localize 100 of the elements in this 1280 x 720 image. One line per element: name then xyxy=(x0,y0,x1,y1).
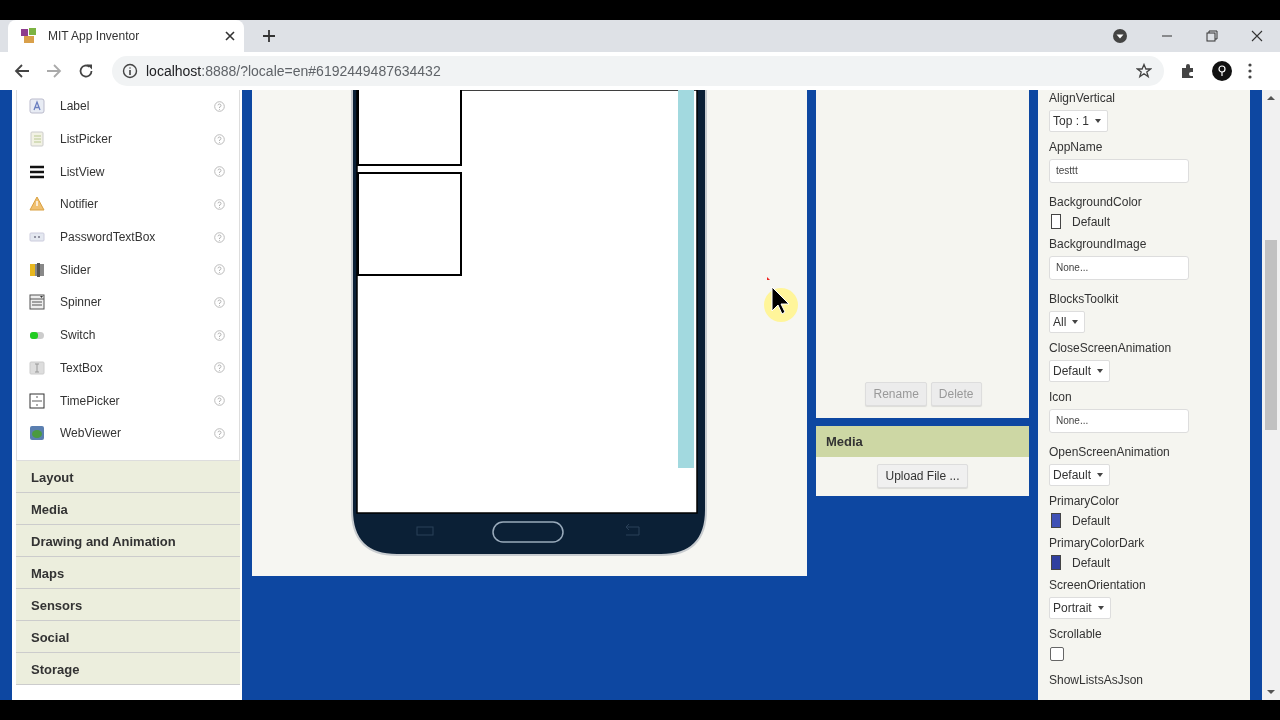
help-icon[interactable] xyxy=(214,231,225,243)
logo-icon xyxy=(20,27,38,45)
property-label: BackgroundColor xyxy=(1049,194,1143,210)
palette-item-label: TimePicker xyxy=(60,393,121,408)
property-label: ScreenOrientation xyxy=(1049,577,1147,593)
help-icon[interactable] xyxy=(214,362,225,374)
palette-item[interactable]: TimePicker xyxy=(17,384,239,417)
dropdown-circle-icon[interactable] xyxy=(1112,28,1128,44)
palette-item[interactable]: PasswordTextBox xyxy=(17,220,239,254)
text-field[interactable]: None... xyxy=(1049,409,1189,433)
palette-item[interactable]: TextBox xyxy=(17,351,239,385)
dropdown[interactable]: Default xyxy=(1049,360,1111,382)
label-component-icon xyxy=(29,98,45,115)
avatar-icon[interactable] xyxy=(1212,61,1232,81)
info-icon xyxy=(122,63,138,79)
help-icon[interactable] xyxy=(214,264,225,276)
help-icon[interactable] xyxy=(214,329,225,341)
help-icon[interactable] xyxy=(214,166,225,178)
webviewer-component-icon xyxy=(29,425,45,442)
property-label: CloseScreenAnimation xyxy=(1049,340,1173,356)
palette-item-label: ListView xyxy=(60,164,106,179)
palette-item[interactable]: Notifier xyxy=(17,188,239,221)
dropdown[interactable]: Default xyxy=(1049,464,1111,486)
help-icon[interactable] xyxy=(214,100,225,112)
caret-icon xyxy=(1097,606,1104,610)
caret-icon xyxy=(1097,473,1104,477)
close-icon[interactable] xyxy=(1251,30,1263,42)
palette-item-label: Switch xyxy=(60,328,97,343)
property-label: AppName xyxy=(1049,139,1104,155)
color-swatch[interactable] xyxy=(1051,555,1061,570)
palette-category[interactable]: Drawing and Animation xyxy=(16,525,240,557)
star-icon[interactable] xyxy=(1136,63,1152,79)
checkbox[interactable] xyxy=(1050,647,1064,661)
palette-item-label: PasswordTextBox xyxy=(60,230,157,245)
text-field[interactable]: None... xyxy=(1049,256,1189,280)
caret-icon xyxy=(1095,119,1102,123)
palette-item-label: ListPicker xyxy=(60,132,113,147)
address-bar[interactable]: localhost:8888/?locale=en#6192449487634432 xyxy=(112,56,1164,86)
property-label: BlocksToolkit xyxy=(1049,291,1120,307)
help-icon[interactable] xyxy=(214,395,225,407)
property-label: ShowListsAsJson xyxy=(1049,672,1145,688)
palette-category[interactable]: Sensors xyxy=(16,589,240,621)
upload-button[interactable]: Upload File ... xyxy=(877,464,968,488)
palette-item[interactable]: WebViewer xyxy=(17,416,239,450)
restore-icon[interactable] xyxy=(1206,30,1218,42)
back-arrow-icon[interactable] xyxy=(14,63,30,79)
listpicker-component-icon xyxy=(29,131,45,148)
help-icon[interactable] xyxy=(214,427,225,439)
color-value[interactable]: Default xyxy=(1072,214,1111,229)
forward-arrow-icon[interactable] xyxy=(46,63,62,79)
property-label: Scrollable xyxy=(1049,626,1103,642)
help-icon[interactable] xyxy=(214,296,225,308)
timepicker-component-icon xyxy=(29,392,45,409)
caret-icon xyxy=(1072,320,1079,324)
palette-item[interactable]: ListView xyxy=(17,155,239,189)
color-value[interactable]: Default xyxy=(1072,513,1111,528)
palette-category[interactable]: Social xyxy=(16,621,240,653)
property-label: AlignVertical xyxy=(1049,90,1117,106)
palette-category[interactable]: Media xyxy=(16,493,240,525)
palette-item[interactable]: Label xyxy=(17,90,239,123)
palette-category[interactable]: Layout xyxy=(16,461,240,493)
text-field[interactable]: testtt xyxy=(1049,159,1189,183)
palette-item-label: Label xyxy=(60,99,91,114)
palette-item-label: Slider xyxy=(60,262,92,277)
color-value[interactable]: Default xyxy=(1072,555,1111,570)
palette-item[interactable]: Switch xyxy=(17,318,239,352)
close-icon[interactable] xyxy=(224,30,236,42)
listview-component-icon xyxy=(29,163,45,180)
menu-icon[interactable] xyxy=(1248,63,1252,79)
browser-tab[interactable]: MIT App Inventor xyxy=(8,20,244,52)
property-label: Icon xyxy=(1049,389,1073,405)
caret-icon xyxy=(1097,369,1104,373)
new-tab-icon[interactable] xyxy=(262,29,276,43)
palette-item-label: Spinner xyxy=(60,295,103,310)
property-label: OpenScreenAnimation xyxy=(1049,444,1171,460)
property-label: BackgroundImage xyxy=(1049,236,1148,252)
property-label: PrimaryColor xyxy=(1049,493,1120,509)
color-swatch[interactable] xyxy=(1051,513,1061,528)
palette-category[interactable]: Storage xyxy=(16,653,240,685)
scrollbar[interactable] xyxy=(1262,90,1280,700)
puzzle-icon[interactable] xyxy=(1180,63,1196,79)
palette-item[interactable]: Spinner xyxy=(17,286,239,319)
spinner-component-icon xyxy=(29,294,45,311)
property-label: PrimaryColorDark xyxy=(1049,535,1146,551)
notifier-component-icon xyxy=(29,196,45,213)
help-icon[interactable] xyxy=(214,133,225,145)
dropdown[interactable]: All xyxy=(1049,311,1086,333)
address-text: localhost:8888/?locale=en#6192449487634432 xyxy=(146,63,441,79)
panel-header: Media xyxy=(816,426,1029,457)
palette-category[interactable]: Maps xyxy=(16,557,240,589)
palette-item[interactable]: Slider xyxy=(17,253,239,287)
palette-item-label: TextBox xyxy=(60,360,104,375)
dropdown[interactable]: Portrait xyxy=(1049,597,1111,619)
palette-item-label: Notifier xyxy=(60,197,99,212)
help-icon[interactable] xyxy=(214,198,225,210)
textbox-component-icon xyxy=(29,359,45,376)
reload-icon[interactable] xyxy=(78,63,94,79)
color-swatch[interactable] xyxy=(1051,214,1061,229)
palette-item[interactable]: ListPicker xyxy=(17,122,239,156)
dropdown[interactable]: Top : 1 xyxy=(1049,110,1109,132)
